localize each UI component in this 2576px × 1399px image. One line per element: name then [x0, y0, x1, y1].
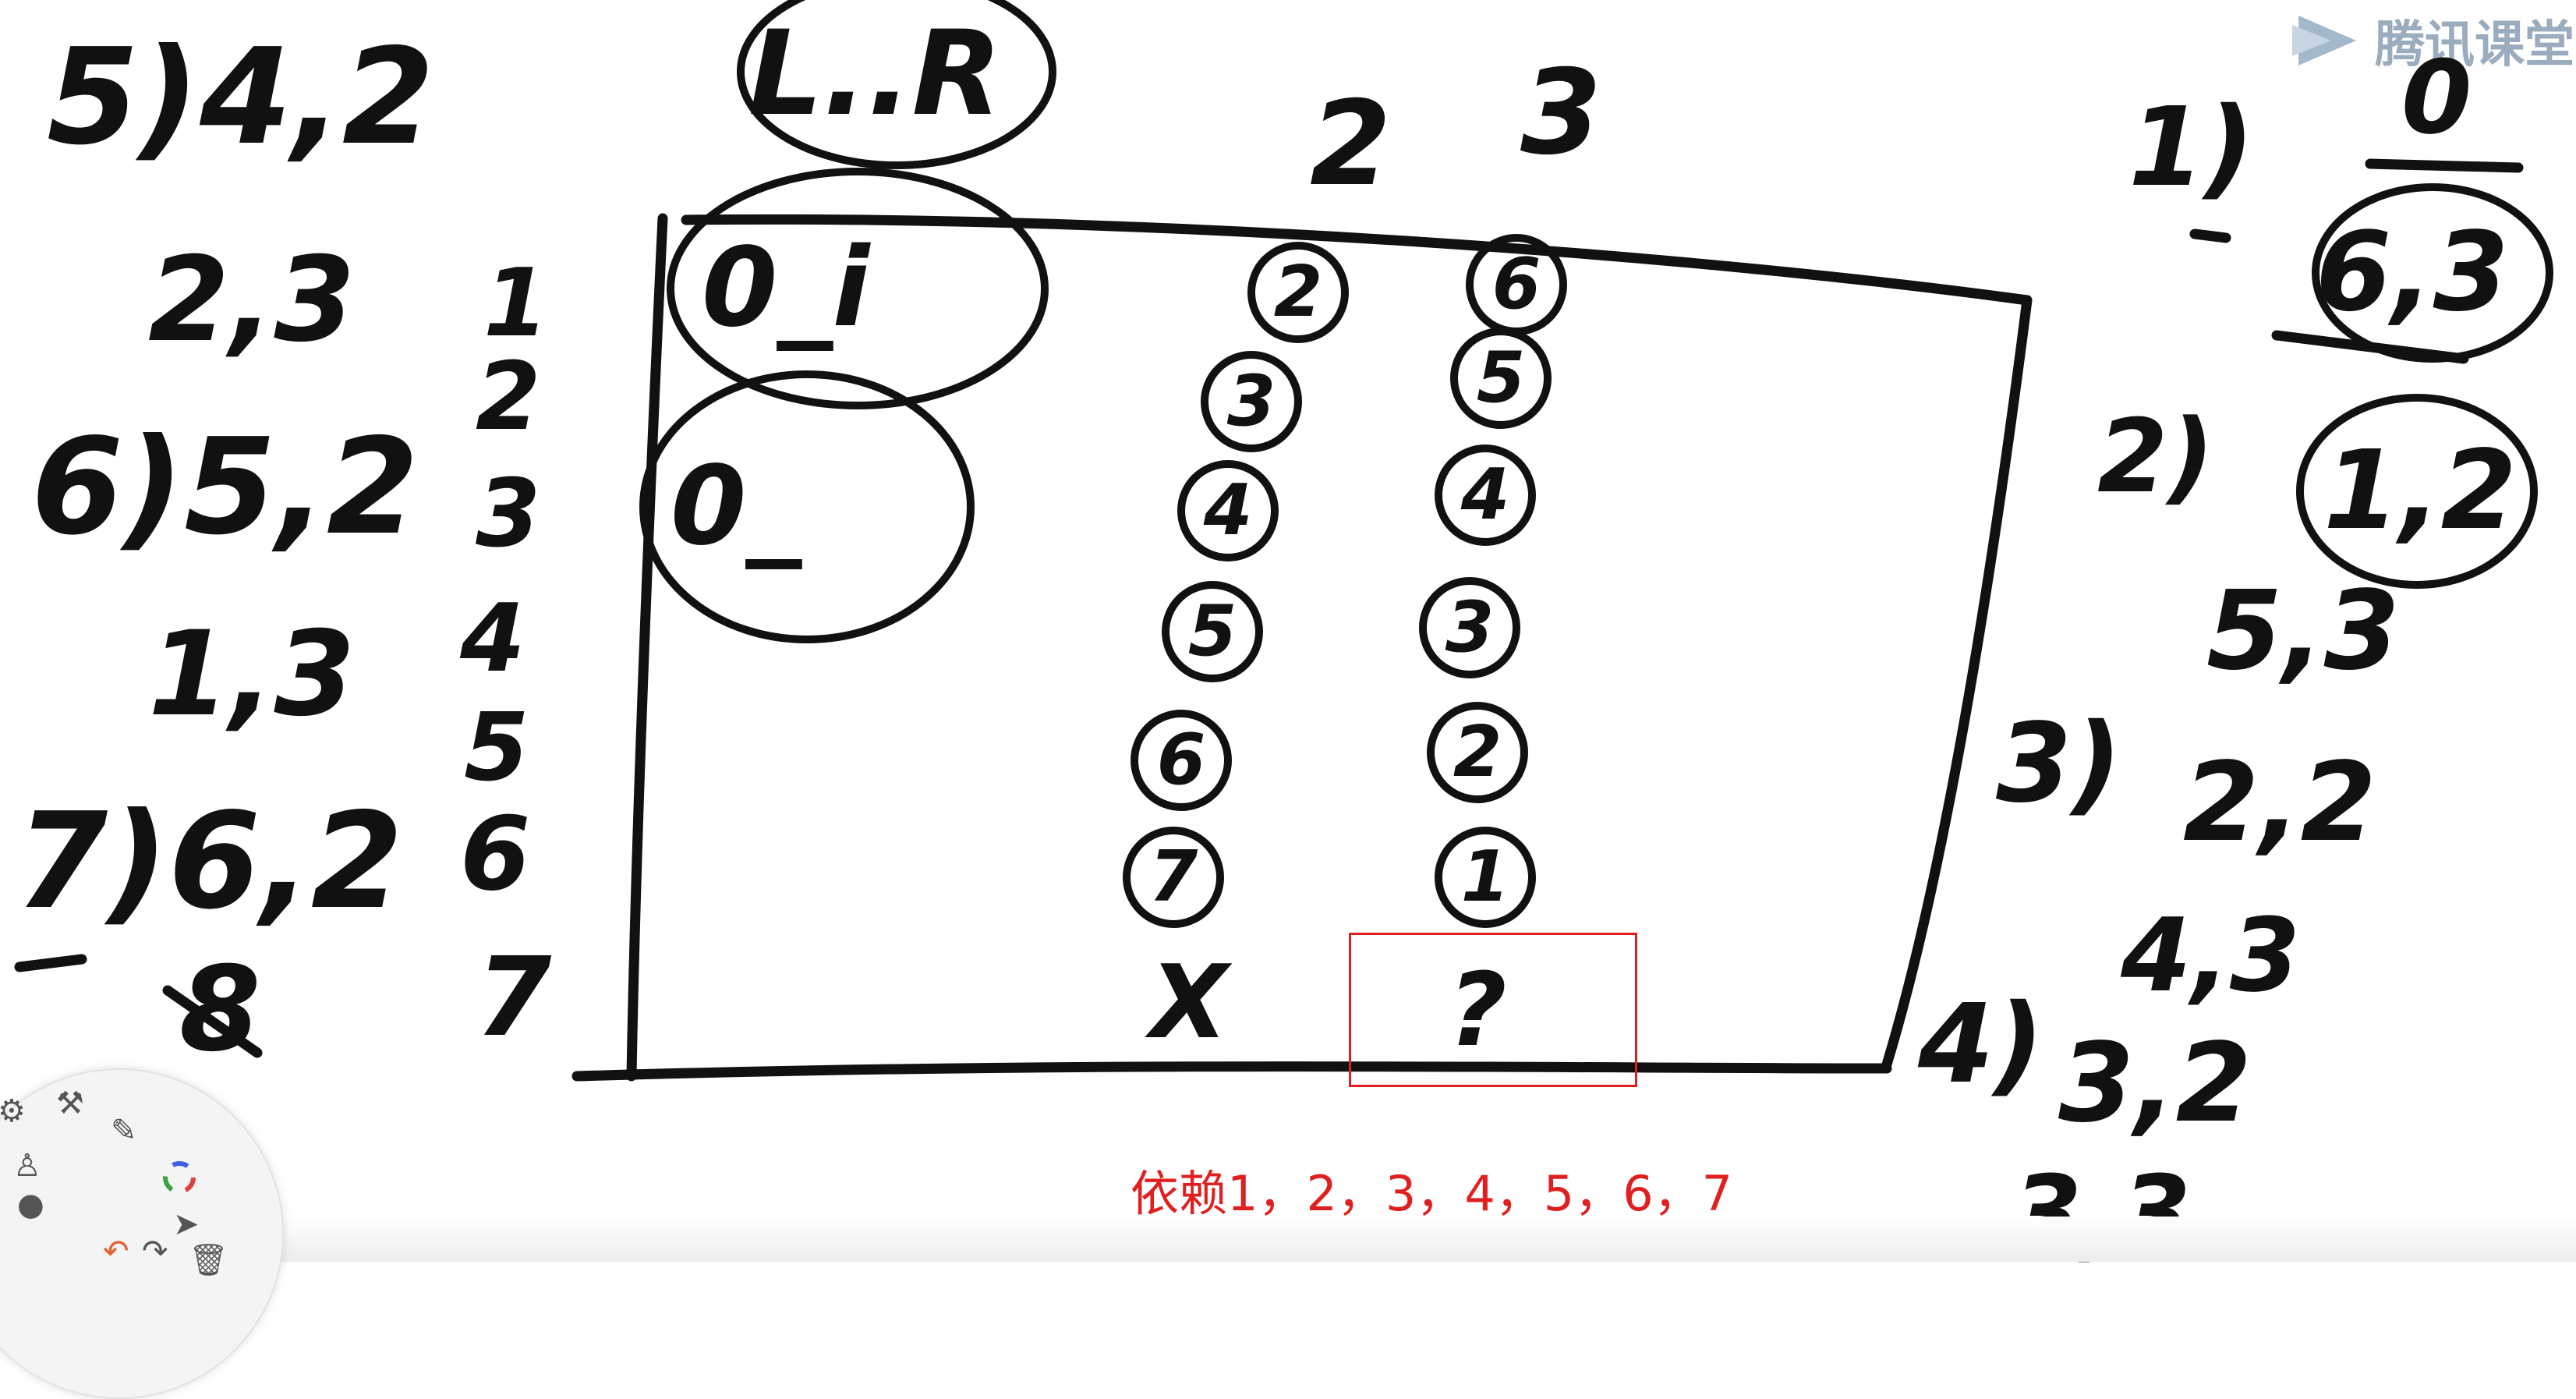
row-label-b: 0_ — [671, 443, 801, 570]
col2-cell-value: 4 — [1203, 469, 1253, 551]
left-step-1: 2,3 — [148, 232, 356, 368]
dot-icon[interactable]: ● — [17, 1187, 44, 1223]
col2-cell-value: 7 — [1148, 836, 1198, 918]
row-index-3: 3 — [476, 460, 541, 568]
col2-cell-value: 3 — [1226, 360, 1276, 442]
row-index-7: 7 — [476, 934, 552, 1061]
row-index-2: 2 — [476, 343, 541, 452]
range-label: L..R — [748, 6, 1003, 142]
right-step-label-3: 3) — [1996, 700, 2122, 827]
right-underline-bottom — [2271, 330, 2469, 364]
left-step-3: 1,3 — [148, 607, 356, 742]
col3-cell: 4 — [1435, 444, 1536, 546]
col2-cell: 3 — [1201, 351, 1302, 452]
right-step-pair-5: 4,3 — [2121, 896, 2301, 1015]
col2-cell: 2 — [1247, 242, 1349, 343]
col3-cell: 6 — [1466, 234, 1567, 335]
left-step-5: 8 — [179, 942, 261, 1078]
row-index-5: 5 — [464, 694, 529, 802]
col3-cell: 2 — [1427, 702, 1528, 803]
right-dash — [2189, 228, 2231, 243]
right-step-label-1: 1) — [2128, 84, 2255, 211]
row-index-1: 1 — [483, 250, 549, 358]
redo-icon[interactable]: ↷ — [142, 1234, 168, 1270]
col3-cell-value: 5 — [1476, 337, 1526, 419]
col3-cell-value: 2 — [1453, 711, 1502, 793]
table-left-line — [626, 213, 668, 1082]
col2-cell: 4 — [1177, 460, 1279, 561]
right-step-pair-4: 2,2 — [2183, 739, 2377, 866]
table-right-line — [1881, 295, 2033, 1070]
col3-cell: 1 — [1435, 827, 1536, 928]
right-step-pair-3: 5,3 — [2206, 568, 2401, 695]
pointer-icon[interactable]: ➤ — [173, 1206, 200, 1242]
col2-cell: 6 — [1131, 710, 1232, 811]
col2-header: 2 — [1310, 76, 1392, 212]
row-index-4: 4 — [460, 585, 525, 693]
right-step-label-2: 2) — [2097, 397, 2214, 515]
table-top-line — [681, 214, 2033, 306]
stamp-icon[interactable]: ♙ — [13, 1148, 41, 1184]
right-step-pair-2: 1,2 — [2323, 427, 2518, 554]
col3-header: 3 — [1520, 45, 1602, 181]
col2-cell: 7 — [1123, 827, 1224, 928]
left-dash — [14, 954, 87, 972]
col3-cell-value: 3 — [1445, 586, 1495, 668]
col3-cell: 5 — [1450, 328, 1552, 429]
brush-icon[interactable]: ✎ — [111, 1113, 137, 1149]
play-icon — [2292, 16, 2356, 66]
table-bottom-line — [571, 1061, 1892, 1082]
right-underline-top — [2365, 158, 2524, 173]
dependency-caption: 依赖1，2，3，4，5，6，7 — [1131, 1165, 1733, 1222]
undo-icon[interactable]: ↶ — [103, 1234, 129, 1270]
col3-cell-value: 1 — [1460, 836, 1510, 918]
hammer-icon[interactable]: ⚒ — [56, 1086, 84, 1121]
color-wheel-icon[interactable] — [161, 1160, 197, 1203]
right-step-pair-1: 6,3 — [2316, 209, 2510, 336]
left-step-4: 7)6,2 — [16, 785, 404, 939]
right-step-label-4: 4) — [1918, 981, 2044, 1108]
col3-cell-value: 6 — [1491, 243, 1541, 325]
col2-cell: 5 — [1162, 581, 1263, 682]
col3-cell-value: 4 — [1460, 454, 1510, 536]
right-step-pair-0: 0 — [2401, 38, 2472, 157]
row-label-a: 0_i — [702, 225, 870, 352]
col2-cell-value: 5 — [1187, 590, 1237, 672]
col3-cell: 3 — [1419, 577, 1520, 678]
trash-icon[interactable]: 🗑 — [189, 1241, 228, 1278]
col2-cell-value: 6 — [1156, 719, 1206, 801]
col2-cell-value: 2 — [1273, 251, 1323, 333]
col2-cell-value: X — [1149, 943, 1229, 1061]
right-step-pair-6: 3,2 — [2058, 1020, 2252, 1147]
left-step-2: 6)5,2 — [31, 410, 419, 565]
bottom-strip — [0, 1217, 2576, 1262]
highlight-box — [1349, 933, 1637, 1087]
left-step-0: 5)4,2 — [47, 20, 435, 175]
col2-cell: X — [1138, 951, 1240, 1053]
row-index-6: 6 — [460, 795, 531, 913]
settings-icon[interactable]: ⚙ — [0, 1093, 26, 1129]
